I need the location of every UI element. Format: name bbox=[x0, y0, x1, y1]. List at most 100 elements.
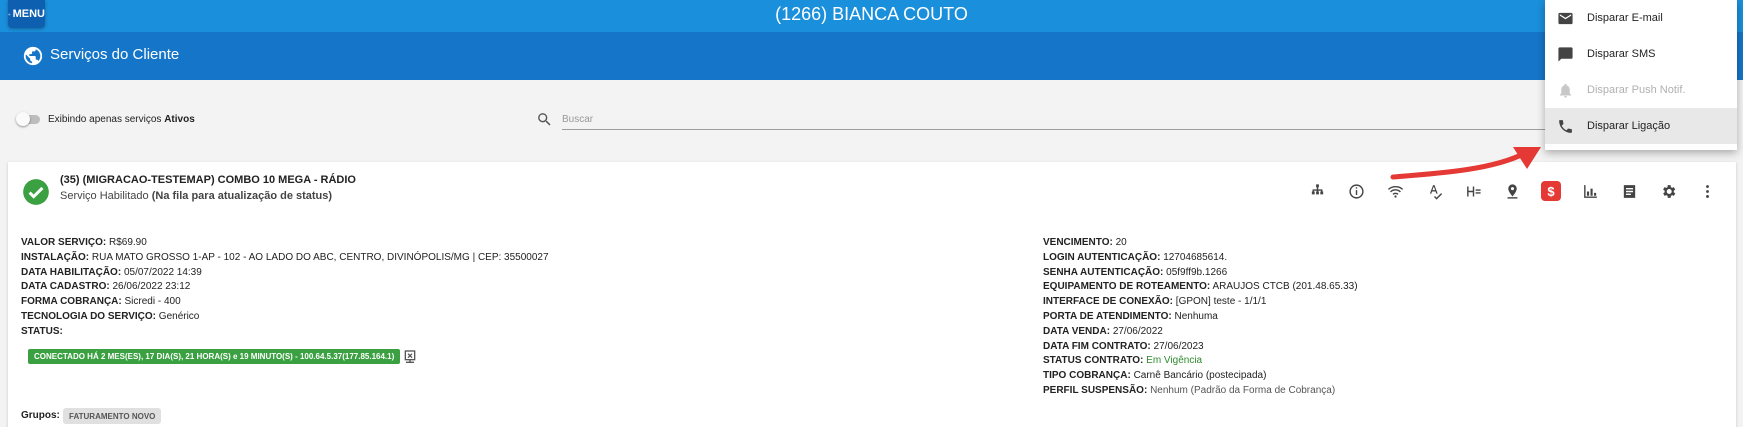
detail-value: 12704685614. bbox=[1163, 251, 1228, 263]
detail-row: DATA FIM CONTRATO: 27/06/2023 bbox=[1043, 340, 1358, 355]
detail-row: EQUIPAMENTO DE ROTEAMENTO: ARAUJOS CTCB … bbox=[1043, 280, 1358, 295]
detail-label: DATA HABILITAÇÃO: bbox=[21, 266, 122, 278]
detail-row: DATA CADASTRO: 26/06/2022 23:12 bbox=[21, 280, 549, 295]
detail-label: PERFIL SUSPENSÃO: bbox=[1043, 384, 1148, 396]
menu-item-email[interactable]: Disparar E-mail bbox=[1545, 0, 1737, 36]
detail-label: DATA FIM CONTRATO: bbox=[1043, 340, 1151, 352]
menu-item-label: Disparar Ligação bbox=[1587, 120, 1671, 132]
search-icon bbox=[538, 113, 551, 126]
wifi-icon bbox=[1387, 185, 1403, 198]
detail-label: FORMA COBRANÇA: bbox=[21, 296, 122, 308]
info-button[interactable] bbox=[1343, 178, 1369, 204]
detail-row: STATUS: bbox=[21, 325, 549, 340]
groups-label: Grupos: bbox=[21, 410, 60, 421]
service-title: (35) (MIGRACAO-TESTEMAP) COMBO 10 MEGA -… bbox=[60, 174, 356, 186]
detail-label: VALOR SERVIÇO: bbox=[21, 237, 107, 248]
service-details-left: VALOR SERVIÇO: R$69.90 INSTALAÇÃO: RUA M… bbox=[21, 236, 549, 340]
menu-item-label: Disparar Push Notif. bbox=[1587, 84, 1686, 96]
detail-value: Nenhum (Padrão da Forma de Cobrança) bbox=[1150, 384, 1336, 396]
page-header: Serviços do Cliente bbox=[0, 32, 1743, 80]
document-icon bbox=[1623, 184, 1635, 198]
service-details-right: VENCIMENTO: 20 LOGIN AUTENTICAÇÃO: 12704… bbox=[1043, 236, 1358, 399]
detail-label: TIPO COBRANÇA: bbox=[1043, 370, 1131, 382]
actions-dropdown-menu: Disparar E-mail Disparar SMS Disparar Pu… bbox=[1545, 0, 1737, 150]
disconnect-icon[interactable] bbox=[402, 349, 418, 365]
detail-value: Carnê Bancário (postecipada) bbox=[1133, 370, 1267, 382]
detail-row: DATA VENDA: 27/06/2022 bbox=[1043, 325, 1358, 340]
service-status-note: (Na fila para atualização de status) bbox=[151, 190, 333, 202]
menu-item-sms[interactable]: Disparar SMS bbox=[1545, 36, 1737, 72]
filter-row: Exibindo apenas serviços Ativos bbox=[0, 100, 1743, 140]
email-icon bbox=[1558, 12, 1573, 25]
detail-value: R$69.90 bbox=[108, 237, 147, 248]
more-vert-icon bbox=[1705, 184, 1709, 198]
detail-label: INTERFACE DE CONEXÃO: bbox=[1043, 296, 1174, 308]
menu-item-call[interactable]: Disparar Ligação bbox=[1545, 108, 1737, 144]
detail-row: FORMA COBRANÇA: Sicredi - 400 bbox=[21, 295, 549, 310]
bell-icon bbox=[1559, 83, 1572, 98]
detail-value: 05/07/2022 14:39 bbox=[123, 266, 202, 278]
detail-label: STATUS: bbox=[21, 325, 63, 337]
annotation-arrow bbox=[1390, 147, 1541, 180]
detail-row: TIPO COBRANÇA: Carnê Bancário (postecipa… bbox=[1043, 369, 1358, 384]
detail-label: EQUIPAMENTO DE ROTEAMENTO: bbox=[1043, 281, 1211, 293]
phone-icon bbox=[1559, 120, 1572, 133]
active-services-toggle[interactable] bbox=[16, 112, 40, 126]
detail-row: PORTA DE ATENDIMENTO: Nenhuma bbox=[1043, 310, 1358, 325]
topology-button[interactable] bbox=[1304, 178, 1330, 204]
group-chip: FATURAMENTO NOVO bbox=[63, 408, 162, 424]
more-options-button[interactable] bbox=[1694, 178, 1720, 204]
toggle-text-bold: Ativos bbox=[164, 114, 195, 125]
document-button[interactable] bbox=[1616, 178, 1642, 204]
detail-label: LOGIN AUTENTICAÇÃO: bbox=[1043, 251, 1161, 263]
detail-value: Nenhuma bbox=[1174, 310, 1218, 322]
toggle-text: Exibindo apenas serviços bbox=[48, 114, 162, 125]
spellcheck-icon bbox=[1429, 184, 1442, 200]
detail-label: DATA VENDA: bbox=[1043, 325, 1111, 337]
detail-label: PORTA DE ATENDIMENTO: bbox=[1043, 310, 1172, 322]
service-status: Serviço Habilitado (Na fila para atualiz… bbox=[60, 190, 332, 202]
detail-row: TECNOLOGIA DO SERVIÇO: Genérico bbox=[21, 310, 549, 325]
detail-value: Genérico bbox=[158, 310, 200, 322]
service-card: (35) (MIGRACAO-TESTEMAP) COMBO 10 MEGA -… bbox=[8, 162, 1736, 427]
detail-value: 05f9ff9b.1266 bbox=[1166, 266, 1228, 278]
contract-status-value: Em Vigência bbox=[1146, 355, 1203, 367]
dollar-icon: $ bbox=[1547, 183, 1555, 199]
page-title: Serviços do Cliente bbox=[50, 46, 180, 63]
detail-row: INTERFACE DE CONEXÃO: [GPON] teste - 1/1… bbox=[1043, 295, 1358, 310]
detail-label: INSTALAÇÃO: bbox=[21, 251, 90, 263]
settings-button[interactable] bbox=[1655, 178, 1681, 204]
heading-icon bbox=[1466, 186, 1481, 196]
detail-label: SENHA AUTENTICAÇÃO: bbox=[1043, 266, 1164, 278]
detail-row: STATUS CONTRATO: Em Vigência bbox=[1043, 354, 1358, 369]
detail-value: 20 bbox=[1115, 237, 1127, 248]
service-status-text: Serviço Habilitado bbox=[60, 190, 149, 202]
detail-label: DATA CADASTRO: bbox=[21, 281, 110, 293]
globe-icon bbox=[23, 46, 43, 66]
chart-icon bbox=[1583, 184, 1597, 198]
connection-status-badge: CONECTADO HÁ 2 MES(ES), 17 DIA(S), 21 HO… bbox=[28, 349, 401, 364]
gear-icon bbox=[1662, 184, 1675, 198]
info-icon bbox=[1348, 183, 1364, 199]
detail-label: TECNOLOGIA DO SERVIÇO: bbox=[21, 310, 157, 322]
detail-row: LOGIN AUTENTICAÇÃO: 12704685614. bbox=[1043, 251, 1358, 266]
menu-item-label: Disparar E-mail bbox=[1587, 12, 1663, 24]
detail-value: RUA MATO GROSSO 1-AP - 102 - AO LADO DO … bbox=[91, 251, 549, 263]
detail-value: ARAUJOS CTCB (201.48.65.33) bbox=[1212, 281, 1358, 293]
detail-label: VENCIMENTO: bbox=[1043, 237, 1113, 248]
detail-row: PERFIL SUSPENSÃO: Nenhum (Padrão da Form… bbox=[1043, 384, 1358, 399]
chart-button[interactable] bbox=[1577, 178, 1603, 204]
menu-item-push: Disparar Push Notif. bbox=[1545, 72, 1737, 108]
detail-value: 26/06/2022 23:12 bbox=[112, 281, 191, 293]
detail-value: Sicredi - 400 bbox=[124, 296, 181, 308]
detail-value: 27/06/2022 bbox=[1112, 325, 1163, 337]
sms-icon bbox=[1558, 47, 1573, 62]
detail-row: SENHA AUTENTICAÇÃO: 05f9ff9b.1266 bbox=[1043, 266, 1358, 281]
top-bar: MENU (1266) BIANCA COUTO bbox=[0, 0, 1743, 32]
toggle-label: Exibindo apenas serviços Ativos bbox=[48, 114, 195, 125]
client-title: (1266) BIANCA COUTO bbox=[775, 4, 968, 24]
toggle-knob[interactable] bbox=[16, 112, 30, 126]
detail-value: 27/06/2023 bbox=[1153, 340, 1204, 352]
detail-label: STATUS CONTRATO: bbox=[1043, 355, 1144, 367]
detail-row: VALOR SERVIÇO: R$69.90 bbox=[21, 236, 549, 251]
